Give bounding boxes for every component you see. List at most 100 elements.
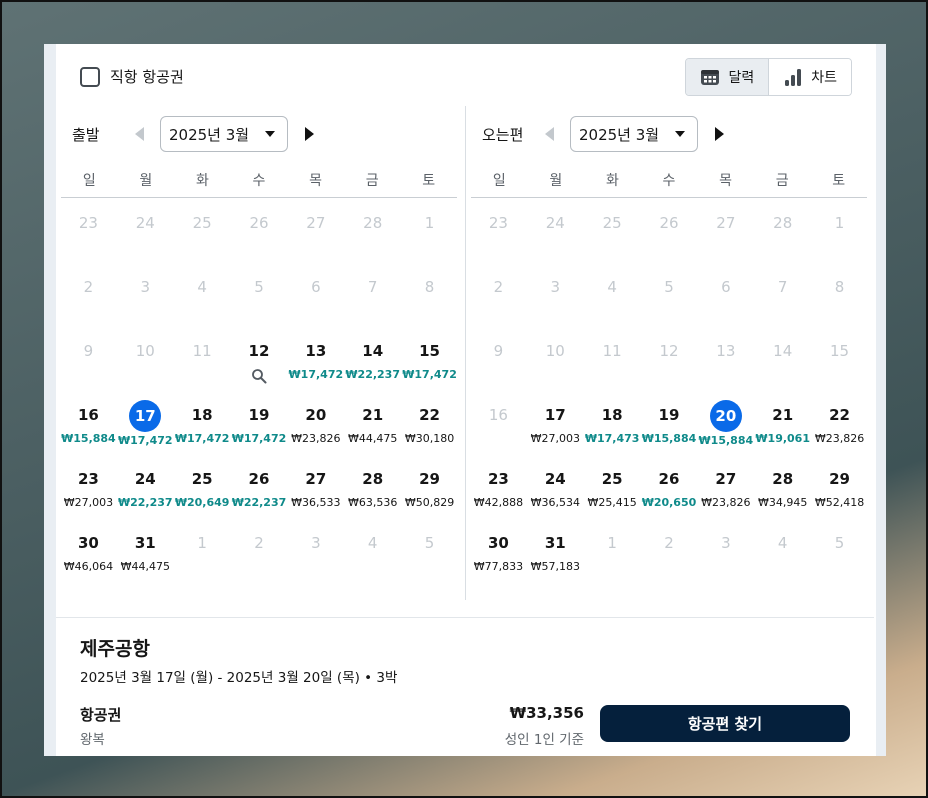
weekday: 월 — [549, 172, 563, 189]
outbound-weekday-header: 일 월 화 수 목 금 토 — [61, 162, 457, 198]
return-next-month-button[interactable] — [710, 125, 728, 143]
day-price: ₩27,003 — [63, 496, 114, 509]
day-cell[interactable]: 22 ₩23,826 — [811, 390, 868, 454]
chart-view-label: 차트 — [811, 70, 837, 86]
day-number: 4 — [197, 278, 207, 296]
day-cell[interactable]: 24 ₩22,237 — [117, 454, 174, 518]
outbound-next-month-button[interactable] — [300, 125, 318, 143]
day-cell[interactable]: 27 ₩36,533 — [287, 454, 344, 518]
day-number: 8 — [834, 278, 845, 296]
day-price: ₩17,473 — [584, 432, 640, 445]
day-cell: 1 — [174, 518, 231, 582]
day-number: 27 — [715, 470, 737, 488]
day-number: 22 — [419, 406, 440, 424]
day-number: 3 — [550, 278, 561, 296]
day-cell[interactable]: 19 ₩15,884 — [641, 390, 698, 454]
return-weekday-header: 일 월 화 수 목 금 토 — [471, 162, 867, 198]
direct-only-label: 직항 항공권 — [110, 68, 184, 86]
day-cell[interactable]: 12 — [231, 326, 288, 390]
return-calendar: 오는편 2025년 3월 일 월 화 수 목 금 토 23 24 25 26 27 28 1… — [470, 106, 868, 582]
day-cell: 27 — [697, 198, 754, 262]
day-cell: 16 — [470, 390, 527, 454]
checkbox-box[interactable] — [80, 66, 100, 87]
day-price: ₩50,829 — [404, 496, 455, 509]
caret-down-icon — [265, 131, 275, 137]
calendar-view-label: 달력 — [728, 70, 755, 86]
day-cell[interactable]: 30 ₩46,064 — [60, 518, 117, 582]
day-price: ₩36,533 — [291, 496, 341, 509]
day-cell[interactable]: 31 ₩44,475 — [117, 518, 174, 582]
day-cell[interactable]: 27 ₩23,826 — [697, 454, 754, 518]
calendar-icon — [701, 70, 720, 85]
day-number: 27 — [305, 470, 327, 488]
total-price: ₩33,356 — [509, 704, 584, 722]
day-cell[interactable]: 21 ₩44,475 — [344, 390, 401, 454]
day-number: 1 — [197, 534, 207, 552]
day-number: 24 — [135, 214, 155, 232]
day-cell[interactable]: 22 ₩30,180 — [401, 390, 458, 454]
day-cell[interactable]: 21 ₩19,061 — [754, 390, 811, 454]
day-price: ₩17,472 — [288, 368, 344, 381]
day-number: 7 — [367, 278, 378, 296]
day-cell: 24 — [527, 198, 584, 262]
return-prev-month-button[interactable] — [540, 125, 558, 143]
day-cell: 4 — [174, 262, 231, 326]
day-cell[interactable]: 18 ₩17,472 — [174, 390, 231, 454]
weekday: 목 — [309, 172, 322, 189]
day-number: 23 — [77, 470, 99, 488]
return-month-select[interactable]: 2025년 3월 — [570, 116, 698, 152]
day-cell[interactable]: 25 ₩25,415 — [584, 454, 641, 518]
day-cell[interactable]: 28 ₩63,536 — [344, 454, 401, 518]
weekday: 일 — [82, 172, 96, 189]
day-number: 26 — [659, 214, 679, 232]
search-icon[interactable] — [251, 368, 267, 384]
outbound-month-select[interactable]: 2025년 3월 — [160, 116, 288, 152]
day-number: 18 — [601, 406, 623, 424]
day-cell[interactable]: 26 ₩22,237 — [231, 454, 288, 518]
day-cell[interactable]: 17 ₩27,003 — [527, 390, 584, 454]
day-cell[interactable]: 16 ₩15,884 — [60, 390, 117, 454]
day-cell[interactable]: 28 ₩34,945 — [754, 454, 811, 518]
day-price: ₩44,475 — [120, 560, 170, 573]
day-number: 7 — [777, 278, 788, 296]
find-flights-button[interactable]: 항공편 찾기 — [600, 705, 850, 742]
chevron-left-icon — [544, 127, 554, 141]
day-cell[interactable]: 29 ₩50,829 — [401, 454, 458, 518]
day-cell[interactable]: 29 ₩52,418 — [811, 454, 868, 518]
selected-day-cell[interactable]: 17 ₩17,472 — [117, 390, 174, 454]
chart-view-button[interactable]: 차트 — [768, 59, 851, 95]
day-number: 5 — [664, 278, 674, 296]
day-cell[interactable]: 15 ₩17,472 — [401, 326, 458, 390]
selected-day-cell[interactable]: 20 ₩15,884 — [697, 390, 754, 454]
day-number: 22 — [829, 406, 850, 424]
day-price: ₩17,472 — [117, 434, 173, 447]
day-cell[interactable]: 19 ₩17,472 — [231, 390, 288, 454]
day-cell: 3 — [697, 518, 754, 582]
day-cell[interactable]: 13 ₩17,472 — [287, 326, 344, 390]
outbound-prev-month-button[interactable] — [130, 125, 148, 143]
view-toggle: 달력 차트 — [685, 58, 852, 96]
day-cell: 5 — [811, 518, 868, 582]
day-cell[interactable]: 24 ₩36,534 — [527, 454, 584, 518]
day-cell[interactable]: 18 ₩17,473 — [584, 390, 641, 454]
day-cell[interactable]: 25 ₩20,649 — [174, 454, 231, 518]
day-cell[interactable]: 26 ₩20,650 — [641, 454, 698, 518]
day-cell[interactable]: 14 ₩22,237 — [344, 326, 401, 390]
weekday: 수 — [252, 172, 266, 189]
day-number: 3 — [721, 534, 731, 552]
day-number: 30 — [77, 534, 99, 552]
direct-only-checkbox[interactable]: 직항 항공권 — [80, 66, 184, 87]
day-cell: 10 — [117, 326, 174, 390]
day-cell: 2 — [60, 262, 117, 326]
day-cell[interactable]: 20 ₩23,826 — [287, 390, 344, 454]
day-cell[interactable]: 23 ₩27,003 — [60, 454, 117, 518]
day-number: 17 — [544, 406, 566, 424]
day-cell: 1 — [401, 198, 458, 262]
day-number: 31 — [134, 534, 156, 552]
day-cell[interactable]: 31 ₩57,183 — [527, 518, 584, 582]
day-cell[interactable]: 30 ₩77,833 — [470, 518, 527, 582]
calendar-view-button[interactable]: 달력 — [686, 59, 769, 95]
day-cell[interactable]: 23 ₩42,888 — [470, 454, 527, 518]
day-number: 28 — [363, 214, 383, 232]
day-cell: 2 — [231, 518, 288, 582]
